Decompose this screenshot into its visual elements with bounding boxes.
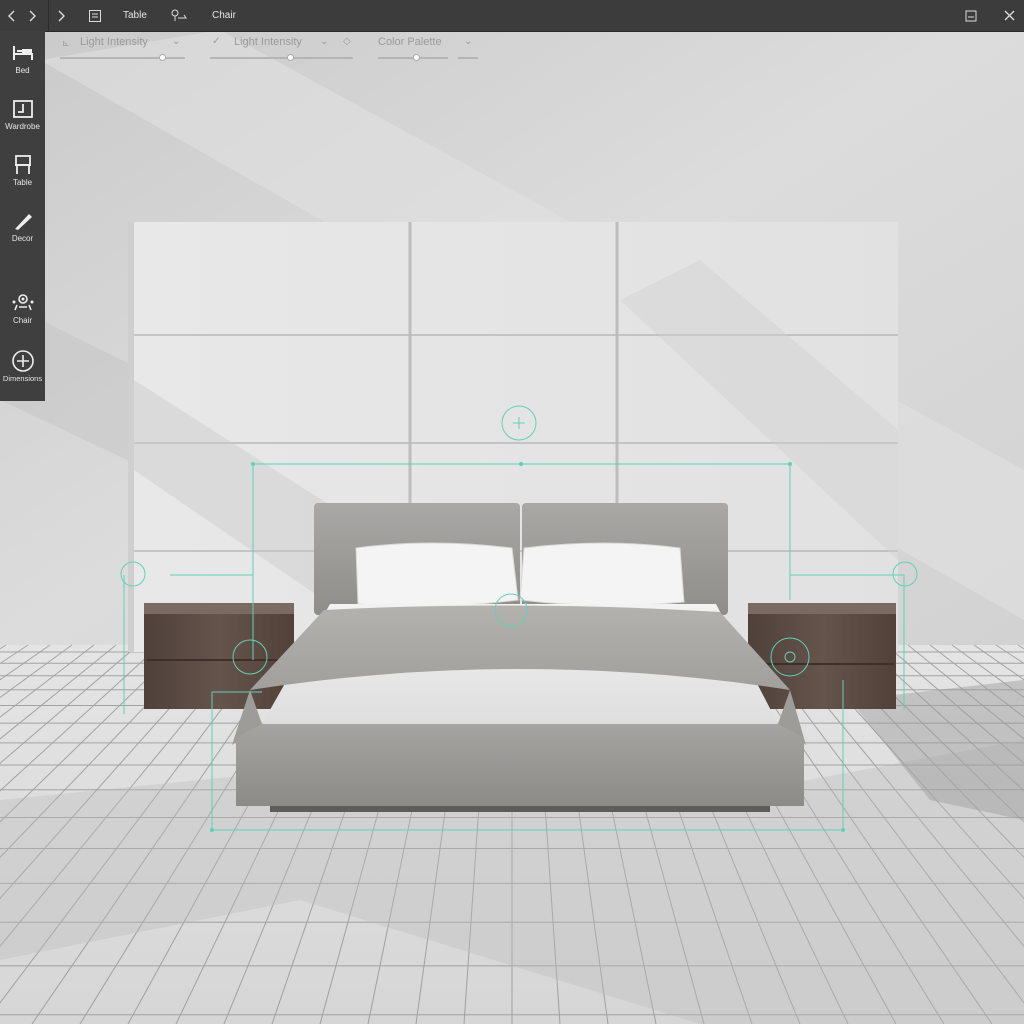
- reset-icon[interactable]: ◇: [343, 36, 351, 47]
- wardrobe-icon: [12, 99, 34, 119]
- tab-chair[interactable]: Chair: [212, 0, 236, 31]
- slider-label: Color Palette: [378, 36, 442, 48]
- minimize-icon[interactable]: [960, 0, 982, 31]
- sidebar-item-wardrobe[interactable]: Wardrobe: [0, 87, 45, 137]
- room-viewport[interactable]: [0, 0, 1024, 1024]
- decor-icon: [12, 211, 34, 231]
- expand-icon[interactable]: [48, 0, 73, 31]
- chair-icon: [11, 293, 35, 313]
- bed-icon: [12, 43, 34, 63]
- chevron-down-icon[interactable]: ⌄: [464, 36, 472, 47]
- color-palette-slider[interactable]: Color Palette ⌄: [378, 36, 478, 62]
- sidebar-item-label: Decor: [11, 234, 34, 243]
- table-icon: [12, 155, 34, 175]
- sidebar-item-label: Bed: [15, 66, 30, 75]
- object-library-panel: Bed Wardrobe Table Decor Chair Dimension…: [0, 31, 45, 401]
- forward-icon[interactable]: [22, 0, 42, 31]
- top-bar: Table Chair: [0, 0, 1024, 32]
- slider-label: Light Intensity: [80, 36, 148, 48]
- slider-track-secondary: [458, 57, 478, 59]
- close-icon[interactable]: [998, 0, 1020, 31]
- slider-track[interactable]: [210, 54, 353, 61]
- back-icon[interactable]: [2, 0, 22, 31]
- light-icon: ⊾: [62, 38, 70, 48]
- slider-thumb[interactable]: [159, 54, 166, 61]
- sidebar-item-label: Wardrobe: [5, 122, 40, 131]
- sidebar-item-label: Dimensions: [2, 374, 43, 383]
- sidebar-item-label: Table: [12, 178, 33, 187]
- sidebar-item-bed[interactable]: Bed: [0, 31, 45, 81]
- slider-track[interactable]: [378, 54, 448, 61]
- slider-thumb[interactable]: [413, 54, 420, 61]
- sidebar-item-decor[interactable]: Decor: [0, 199, 45, 249]
- sidebar-item-label: Chair: [12, 316, 33, 325]
- sidebar-item-table[interactable]: Table: [0, 143, 45, 193]
- chair-tab-icon[interactable]: [168, 0, 190, 31]
- add-icon: [11, 350, 35, 372]
- light-intensity-slider-1[interactable]: ⊾ Light Intensity ⌄: [60, 36, 185, 62]
- slider-thumb[interactable]: [287, 54, 294, 61]
- table-tab-icon[interactable]: [86, 0, 104, 31]
- chevron-down-icon[interactable]: ⌄: [172, 36, 180, 47]
- slider-track[interactable]: [60, 54, 185, 61]
- tab-table[interactable]: Table: [123, 0, 147, 31]
- sidebar-item-chair[interactable]: Chair: [0, 281, 45, 331]
- sidebar-item-dimensions[interactable]: Dimensions: [0, 339, 45, 389]
- check-icon: ✓: [212, 36, 221, 47]
- slider-label: Light Intensity: [234, 36, 302, 48]
- chevron-down-icon[interactable]: ⌄: [320, 36, 328, 47]
- light-intensity-slider-2[interactable]: ✓ Light Intensity ⌄ ◇: [210, 36, 353, 62]
